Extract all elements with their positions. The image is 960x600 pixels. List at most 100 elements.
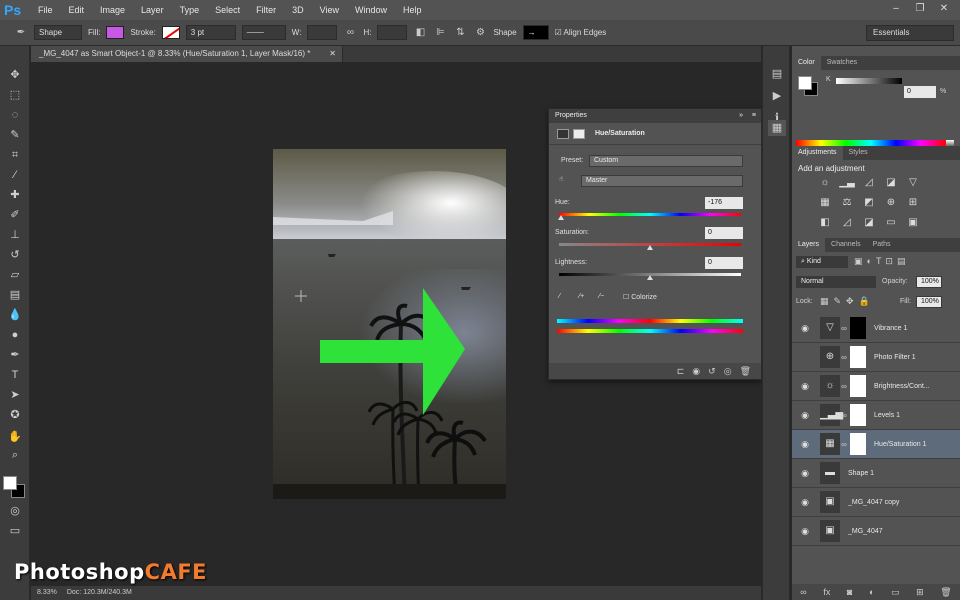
- custom-shape-picker[interactable]: →: [522, 25, 549, 40]
- hue-slider[interactable]: [559, 213, 741, 216]
- opacity-input[interactable]: 100%: [916, 276, 942, 288]
- layer-row[interactable]: ◉ ▁▃▅ ∞ Levels 1: [792, 401, 960, 430]
- mask-icon[interactable]: [573, 128, 585, 139]
- marquee-tool-icon[interactable]: ⬚: [5, 86, 25, 104]
- type-tool-icon[interactable]: T: [5, 366, 25, 384]
- zoom-level[interactable]: 8.33%: [37, 586, 57, 600]
- layer-mask-thumbnail[interactable]: [850, 404, 866, 426]
- actions-play-icon[interactable]: ▶: [768, 88, 786, 104]
- blend-mode-select[interactable]: Normal: [796, 276, 876, 288]
- path-alignment-icon[interactable]: ⊫: [433, 26, 447, 40]
- layer-row[interactable]: ◉ ▦ ∞ Hue/Saturation 1: [792, 430, 960, 459]
- selective-color-icon[interactable]: ▣: [904, 216, 922, 230]
- chain-icon[interactable]: ∞: [840, 382, 848, 391]
- saturation-input[interactable]: 0: [705, 227, 743, 239]
- layer-mask-thumbnail[interactable]: [850, 375, 866, 397]
- exposure-icon[interactable]: ◪: [882, 176, 900, 190]
- clip-to-layer-icon[interactable]: ⊏: [677, 366, 685, 377]
- chain-icon[interactable]: ∞: [840, 324, 848, 333]
- properties-panel-icon[interactable]: ▦: [768, 120, 786, 136]
- healing-brush-tool-icon[interactable]: ✚: [5, 186, 25, 204]
- invert-icon[interactable]: ◧: [816, 216, 834, 230]
- dodge-tool-icon[interactable]: ●: [5, 326, 25, 344]
- close-button[interactable]: ✕: [934, 2, 954, 16]
- hue-input[interactable]: -176: [705, 197, 743, 209]
- channel-select[interactable]: Master: [581, 175, 743, 187]
- eraser-tool-icon[interactable]: ▱: [5, 266, 25, 284]
- gear-icon[interactable]: ⚙: [473, 26, 487, 40]
- brush-tool-icon[interactable]: ✐: [5, 206, 25, 224]
- eye-icon[interactable]: ◉: [798, 497, 812, 508]
- link-layers-icon[interactable]: ∞: [800, 587, 806, 597]
- move-tool-icon[interactable]: ✥: [5, 66, 25, 84]
- path-selection-tool-icon[interactable]: ➤: [5, 386, 25, 404]
- foreground-color-swatch[interactable]: [3, 476, 17, 490]
- delete-layer-icon[interactable]: 🗑: [940, 587, 951, 598]
- eyedropper-icon[interactable]: ⁄: [559, 293, 560, 300]
- posterize-icon[interactable]: ◿: [838, 216, 856, 230]
- eyedropper-minus-icon[interactable]: ⁄−: [599, 293, 604, 300]
- width-input[interactable]: [307, 25, 338, 40]
- photo-filter-icon[interactable]: ⊕: [882, 196, 900, 210]
- quick-select-tool-icon[interactable]: ✎: [5, 126, 25, 144]
- brightness-contrast-icon[interactable]: ☼: [816, 176, 834, 190]
- minimize-button[interactable]: –: [886, 2, 906, 16]
- path-arrangement-icon[interactable]: ⇅: [453, 26, 467, 40]
- lightness-input[interactable]: 0: [705, 257, 743, 269]
- layer-row[interactable]: ◉ ▣ _MG_4047: [792, 517, 960, 546]
- view-previous-icon[interactable]: ◉: [692, 366, 700, 377]
- menu-window[interactable]: Window: [347, 0, 395, 20]
- layer-row[interactable]: ◉ ⊕∞ Photo Filter 1: [792, 343, 960, 372]
- layer-mask-thumbnail[interactable]: [850, 346, 866, 368]
- layer-row[interactable]: ◉ ☼ ∞ Brightness/Cont...: [792, 372, 960, 401]
- document-size[interactable]: Doc: 120.3M/240.3M: [67, 586, 132, 600]
- k-input[interactable]: 0: [904, 86, 936, 98]
- menu-type[interactable]: Type: [172, 0, 208, 20]
- stroke-width-input[interactable]: 3 pt: [185, 25, 236, 40]
- document-tab[interactable]: _MG_4047 as Smart Object-1 @ 8.33% (Hue/…: [31, 46, 343, 62]
- panel-menu-icon[interactable]: ≡: [752, 109, 756, 123]
- black-white-icon[interactable]: ◩: [860, 196, 878, 210]
- pen-tool-icon[interactable]: ✒: [5, 346, 25, 364]
- menu-help[interactable]: Help: [395, 0, 430, 20]
- chain-icon[interactable]: ∞: [840, 353, 848, 362]
- hue-saturation-icon[interactable]: ▦: [816, 196, 834, 210]
- fill-color-swatch[interactable]: [106, 26, 125, 39]
- color-foreground-swatch[interactable]: [798, 76, 812, 90]
- layer-row[interactable]: ◉ ▽ ∞ Vibrance 1: [792, 314, 960, 343]
- hand-tool-icon[interactable]: ✋: [5, 428, 25, 446]
- levels-icon[interactable]: ▁▃: [838, 176, 856, 190]
- path-operations-icon[interactable]: ◧: [413, 26, 427, 40]
- k-slider[interactable]: [836, 78, 902, 84]
- document-canvas[interactable]: [273, 149, 506, 499]
- menu-image[interactable]: Image: [92, 0, 133, 20]
- stroke-color-swatch[interactable]: [161, 26, 180, 39]
- close-tab-icon[interactable]: ✕: [329, 46, 336, 62]
- history-brush-tool-icon[interactable]: ↺: [5, 246, 25, 264]
- chain-icon[interactable]: ∞: [840, 411, 848, 420]
- screen-mode-icon[interactable]: ▭: [5, 522, 25, 540]
- eye-icon[interactable]: ◉: [798, 526, 812, 537]
- align-edges-checkbox[interactable]: ☑ Align Edges: [555, 28, 607, 37]
- layer-filter-icons[interactable]: ▣◐T⊡▤: [854, 256, 909, 267]
- height-input[interactable]: [377, 25, 408, 40]
- hue-slider-thumb[interactable]: [557, 215, 564, 220]
- saturation-slider-thumb[interactable]: [647, 245, 653, 250]
- menu-edit[interactable]: Edit: [61, 0, 93, 20]
- eye-icon[interactable]: ◉: [798, 323, 812, 334]
- fill-input[interactable]: 100%: [916, 296, 942, 308]
- eye-icon[interactable]: ◉: [798, 352, 812, 363]
- vibrance-icon[interactable]: ▽: [904, 176, 922, 190]
- layer-row[interactable]: ◉ ▣ _MG_4047 copy: [792, 488, 960, 517]
- reset-icon[interactable]: ↺: [708, 366, 716, 377]
- layer-kind-filter[interactable]: ⌕ Kind: [796, 256, 848, 268]
- zoom-tool-icon[interactable]: ⌕: [5, 446, 25, 464]
- menu-select[interactable]: Select: [207, 0, 248, 20]
- menu-3d[interactable]: 3D: [284, 0, 312, 20]
- new-adjustment-icon[interactable]: ◐: [869, 587, 874, 597]
- layer-style-icon[interactable]: fx: [823, 587, 830, 597]
- new-group-icon[interactable]: ▭: [891, 587, 900, 598]
- eye-icon[interactable]: ◉: [798, 439, 812, 450]
- eye-icon[interactable]: ◉: [798, 381, 812, 392]
- custom-shape-tool-icon[interactable]: ✪: [5, 406, 25, 424]
